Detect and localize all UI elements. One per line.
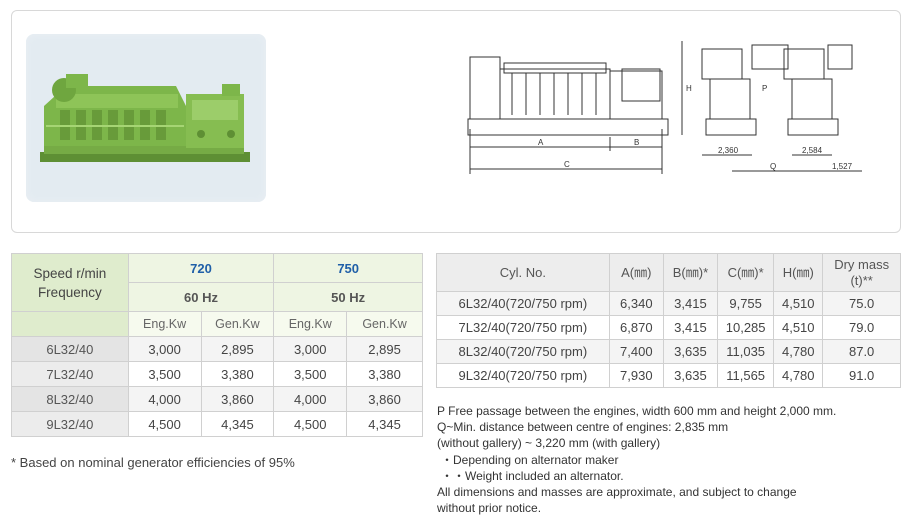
dim-label-d3: 1,527	[832, 162, 853, 171]
value-cell: 6,870	[608, 315, 664, 340]
value-cell: 7,400	[608, 339, 664, 364]
value-cell: 4,345	[346, 411, 423, 437]
a-header: A(㎜)	[608, 253, 664, 292]
value-cell: 4,780	[773, 339, 824, 364]
b-header: B(㎜)*	[662, 253, 719, 292]
value-cell: 4,000	[127, 386, 202, 412]
dry-mass-label: Dry mass	[834, 256, 890, 272]
dim-label-q: Q	[770, 162, 776, 171]
engine-photo	[26, 34, 266, 202]
value-cell: 3,415	[662, 291, 719, 316]
model-cell: 9L32/40	[11, 411, 129, 437]
frequency-label: Frequency	[37, 284, 102, 300]
value-cell: 4,500	[127, 411, 202, 437]
value-cell: 3,635	[662, 339, 719, 364]
empty-header-cell	[11, 311, 129, 337]
efficiency-footnote: * Based on nominal generator efficiencie…	[11, 455, 295, 470]
table-row: 6L32/40 3,000 2,895 3,000 2,895	[11, 336, 423, 362]
value-cell: 3,500	[273, 361, 348, 387]
note-all1: All dimensions and masses are approximat…	[437, 485, 797, 500]
eng-kw-header: Eng.Kw	[273, 311, 348, 337]
value-cell: 10,285	[717, 315, 775, 340]
value-cell: 6,340	[608, 291, 664, 316]
speed-label: Speed r/min	[33, 265, 107, 281]
model-cell: 7L32/40	[11, 361, 129, 387]
table-row: 9L32/40(720/750 rpm) 7,930 3,635 11,565 …	[436, 363, 901, 388]
dim-label-d2: 2,584	[802, 146, 823, 155]
value-cell: 91.0	[822, 363, 901, 388]
cyl-no-header: Cyl. No.	[436, 253, 610, 292]
model-cell: 8L32/40	[11, 386, 129, 412]
value-cell: 3,860	[346, 386, 423, 412]
value-cell: 2,895	[346, 336, 423, 362]
value-cell: 4,510	[773, 291, 824, 316]
value-cell: 3,635	[662, 363, 719, 388]
value-cell: 2,895	[200, 336, 275, 362]
value-cell: 3,860	[200, 386, 275, 412]
speed-frequency-header: Speed r/min Frequency	[11, 253, 129, 312]
value-cell: 4,780	[773, 363, 824, 388]
speed-720-header: 720	[127, 253, 275, 283]
value-cell: 3,380	[346, 361, 423, 387]
product-image-panel: A B C H P Q 2,360 2,584 1,527	[11, 10, 901, 233]
cyl-cell: 6L32/40(720/750 rpm)	[436, 291, 610, 316]
freq-50-header: 50 Hz	[273, 282, 423, 312]
dim-label-p: P	[762, 84, 767, 93]
table-row: 7L32/40 3,500 3,380 3,500 3,380	[11, 361, 423, 387]
c-header: C(㎜)*	[717, 253, 775, 292]
note-star2: ・・Weight included an alternator.	[441, 468, 624, 483]
speed-750-header: 750	[273, 253, 423, 283]
performance-table: Speed r/min Frequency 720 750 60 Hz 50 H…	[11, 253, 423, 437]
dry-mass-unit: (t)**	[850, 272, 873, 288]
cyl-cell: 9L32/40(720/750 rpm)	[436, 363, 610, 388]
value-cell: 3,000	[273, 336, 348, 362]
table-row: 8L32/40(720/750 rpm) 7,400 3,635 11,035 …	[436, 339, 901, 364]
value-cell: 3,000	[127, 336, 202, 362]
genset-illustration	[40, 74, 250, 162]
dim-label-d1: 2,360	[718, 146, 739, 155]
value-cell: 11,565	[717, 363, 775, 388]
value-cell: 4,000	[273, 386, 348, 412]
value-cell: 4,345	[200, 411, 275, 437]
cyl-cell: 8L32/40(720/750 rpm)	[436, 339, 610, 364]
table-row: 9L32/40 4,500 4,345 4,500 4,345	[11, 411, 423, 437]
gen-kw-header: Gen.Kw	[346, 311, 423, 337]
value-cell: 7,930	[608, 363, 664, 388]
dimensions-table: Cyl. No. A(㎜) B(㎜)* C(㎜)* H(㎜) Dry mass …	[436, 253, 901, 388]
value-cell: 3,500	[127, 361, 202, 387]
gen-kw-header: Gen.Kw	[200, 311, 275, 337]
freq-60-header: 60 Hz	[127, 282, 275, 312]
table-row: 7L32/40(720/750 rpm) 6,870 3,415 10,285 …	[436, 315, 901, 340]
note-all2: without prior notice.	[437, 501, 542, 516]
note-p: P Free passage between the engines, widt…	[437, 404, 837, 418]
value-cell: 75.0	[822, 291, 901, 316]
model-cell: 6L32/40	[11, 336, 129, 362]
dim-label-b: B	[634, 138, 639, 147]
value-cell: 9,755	[717, 291, 775, 316]
value-cell: 4,500	[273, 411, 348, 437]
dimension-drawing: A B C H P Q 2,360 2,584 1,527	[467, 41, 862, 174]
note-q2: (without gallery) ~ 3,220 mm (with galle…	[437, 436, 661, 451]
note-star1: ・Depending on alternator maker	[441, 452, 619, 467]
value-cell: 11,035	[717, 339, 775, 364]
value-cell: 3,380	[200, 361, 275, 387]
h-header: H(㎜)	[773, 253, 824, 292]
dry-mass-header: Dry mass (t)**	[822, 253, 901, 292]
dim-label-h: H	[686, 84, 692, 93]
dimension-notes: P Free passage between the engines, widt…	[437, 403, 836, 516]
value-cell: 4,510	[773, 315, 824, 340]
table-row: 6L32/40(720/750 rpm) 6,340 3,415 9,755 4…	[436, 291, 901, 316]
value-cell: 87.0	[822, 339, 901, 364]
value-cell: 3,415	[662, 315, 719, 340]
dim-label-a: A	[538, 138, 544, 147]
cyl-cell: 7L32/40(720/750 rpm)	[436, 315, 610, 340]
eng-kw-header: Eng.Kw	[127, 311, 202, 337]
note-q1: Q~Min. distance between centre of engine…	[437, 420, 729, 435]
dim-label-c: C	[564, 160, 570, 169]
value-cell: 79.0	[822, 315, 901, 340]
table-row: 8L32/40 4,000 3,860 4,000 3,860	[11, 386, 423, 412]
